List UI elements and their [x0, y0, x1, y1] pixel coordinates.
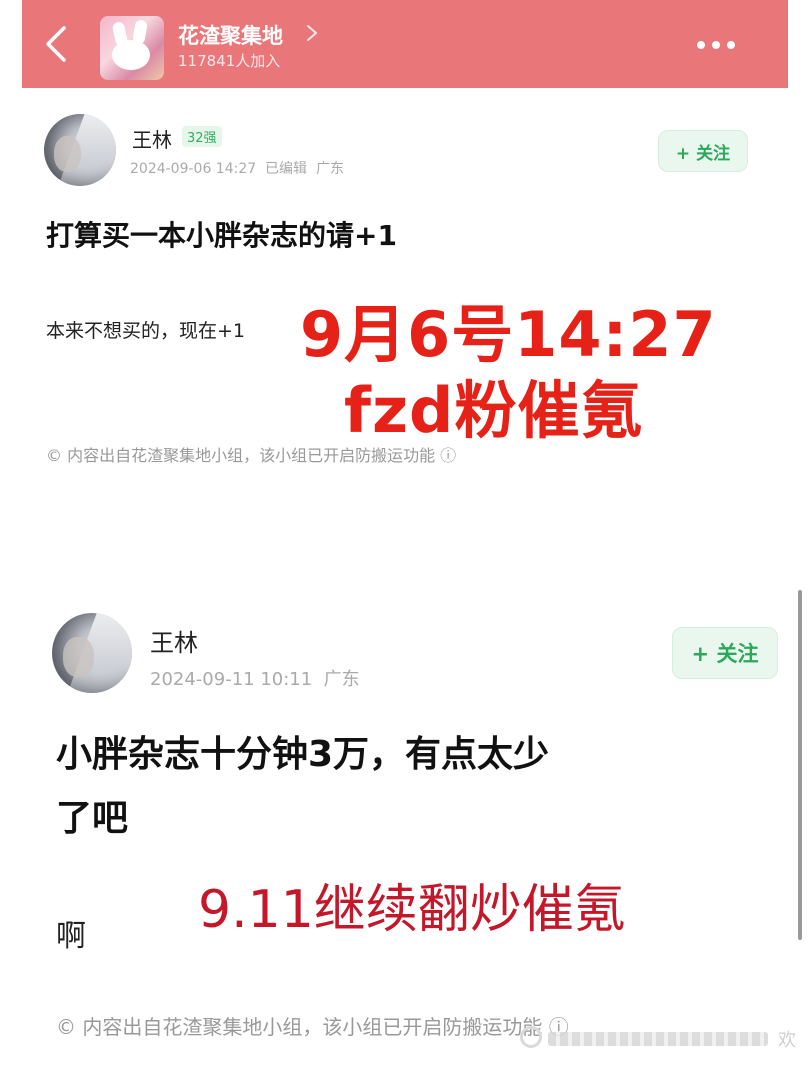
overlay-annotation: 9.11继续翻炒催氪 — [198, 880, 626, 940]
avatar[interactable] — [52, 613, 132, 693]
post-card: 王林 2024-09-11 10:11 广东 + 关注 小胖杂志十分钟3万，有点… — [22, 585, 788, 1055]
post-body: 本来不想买的，现在+1 — [46, 320, 246, 342]
chevron-left-icon[interactable] — [42, 26, 68, 62]
post-body: 啊 — [56, 919, 86, 954]
chevron-right-icon[interactable] — [306, 24, 318, 42]
watermark: 欢 — [520, 1022, 810, 1062]
post-title: 打算买一本小胖杂志的请+1 — [46, 219, 397, 252]
username[interactable]: 王林 — [132, 124, 172, 153]
post-card: 王林 32强 2024-09-06 14:27 已编辑 广东 + 关注 打算买一… — [22, 88, 788, 498]
copyright-notice: © 内容出自花渣聚集地小组，该小组已开启防搬运功能 ⓘ — [46, 446, 457, 465]
member-count: 117841人加入 — [178, 52, 281, 70]
group-avatar[interactable] — [100, 16, 164, 80]
follow-button[interactable]: + 关注 — [658, 130, 748, 172]
group-header: 花渣聚集地 117841人加入 — [22, 0, 788, 88]
post-title: 小胖杂志十分钟3万，有点太少 — [56, 734, 550, 775]
copyright-notice: © 内容出自花渣聚集地小组，该小组已开启防搬运功能 ⓘ — [56, 1015, 569, 1039]
username[interactable]: 王林 — [150, 623, 198, 658]
group-name[interactable]: 花渣聚集地 — [178, 20, 283, 50]
scrollbar[interactable] — [798, 590, 802, 940]
post-meta: 2024-09-11 10:11 广东 — [150, 669, 360, 690]
overlay-annotation: fzd粉催氪 — [344, 374, 644, 447]
follow-button[interactable]: + 关注 — [672, 627, 778, 679]
more-horizontal-icon[interactable] — [696, 40, 736, 50]
avatar[interactable] — [44, 114, 116, 186]
post-title: 了吧 — [56, 798, 129, 839]
level-badge: 32强 — [182, 126, 222, 147]
watermark-text: 欢 — [778, 1030, 796, 1051]
post-meta: 2024-09-06 14:27 已编辑 广东 — [130, 161, 344, 177]
